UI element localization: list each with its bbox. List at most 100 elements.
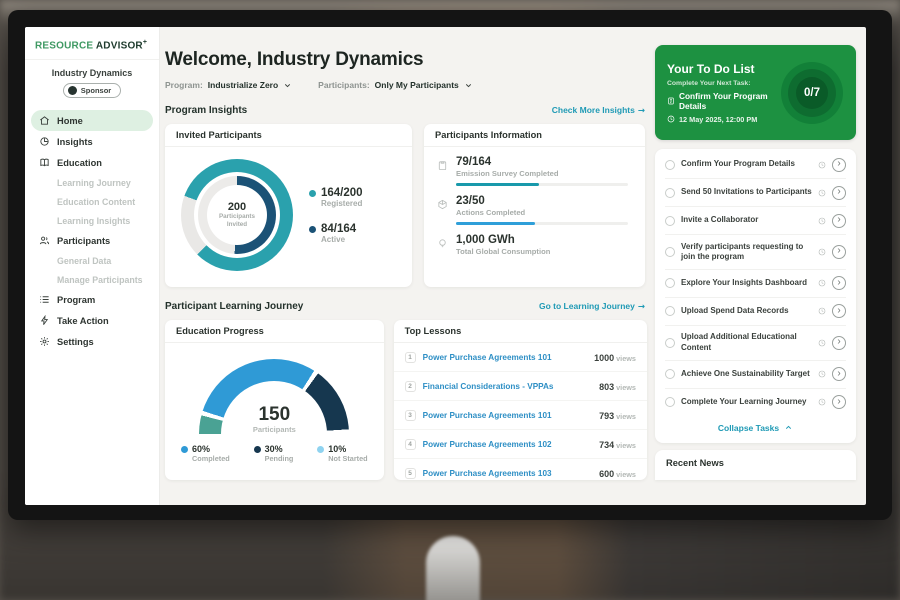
- participants-information-card: Participants Information 79/164 Emission…: [424, 124, 645, 287]
- task-open-button[interactable]: ›: [832, 304, 846, 318]
- task-open-button[interactable]: ›: [832, 336, 846, 350]
- legend-completed: 60% Completed: [181, 444, 230, 463]
- task-row[interactable]: Verify participants requesting to join t…: [665, 235, 846, 270]
- sidebar-item-education[interactable]: Education: [31, 152, 153, 173]
- sidebar-item-settings[interactable]: Settings: [31, 331, 153, 352]
- sidebar-item-participants[interactable]: Participants: [31, 230, 153, 251]
- lesson-row[interactable]: 5 Power Purchase Agreements 103 600views: [394, 459, 647, 487]
- lesson-row[interactable]: 3 Power Purchase Agreements 101 793views: [394, 401, 647, 430]
- task-row[interactable]: Invite a Collaborator ›: [665, 207, 846, 235]
- task-checkbox[interactable]: [665, 278, 675, 288]
- task-checkbox[interactable]: [665, 369, 675, 379]
- lesson-link[interactable]: Power Purchase Agreements 102: [423, 440, 592, 449]
- task-checkbox[interactable]: [665, 188, 675, 198]
- todo-progress-badge: 0/7: [796, 77, 828, 109]
- participants-icon: [39, 235, 50, 246]
- task-open-button[interactable]: ›: [832, 367, 846, 381]
- lesson-link[interactable]: Power Purchase Agreements 101: [423, 411, 592, 420]
- task-row[interactable]: Confirm Your Program Details ›: [665, 151, 846, 179]
- organization-name: Industry Dynamics: [25, 68, 159, 78]
- task-open-button[interactable]: ›: [832, 276, 846, 290]
- invited-participants-card-title: Invited Participants: [165, 124, 412, 147]
- task-row[interactable]: Upload Spend Data Records ›: [665, 298, 846, 326]
- chevron-down-icon: [464, 81, 473, 90]
- legend-dot: [181, 446, 188, 453]
- dashboard-screen: RESOURCE ADVISOR+ Industry Dynamics Spon…: [25, 27, 866, 505]
- legend-dot: [309, 190, 316, 197]
- task-row[interactable]: Upload Additional Educational Content ›: [665, 326, 846, 361]
- gauge-center-label: Participants: [199, 425, 349, 434]
- sidebar-item-general-data[interactable]: General Data: [31, 251, 153, 270]
- legend-dot: [254, 446, 261, 453]
- task-open-button[interactable]: ›: [832, 395, 846, 409]
- logo-text-resource: RESOURCE: [35, 40, 93, 51]
- sidebar-item-manage-participants[interactable]: Manage Participants: [31, 270, 153, 289]
- program-filter-dropdown[interactable]: Program: Industrialize Zero: [165, 80, 292, 90]
- task-row[interactable]: Achieve One Sustainability Target ›: [665, 361, 846, 389]
- clock-icon: [818, 279, 826, 287]
- todo-due-date: 12 May 2025, 12:00 PM: [667, 115, 786, 124]
- actions-completed-progressbar: [456, 222, 628, 225]
- lesson-link[interactable]: Financial Considerations - VPPAs: [423, 382, 592, 391]
- lesson-row[interactable]: 4 Power Purchase Agreements 102 734views: [394, 430, 647, 459]
- sidebar-item-insights[interactable]: Insights: [31, 131, 153, 152]
- document-icon: [667, 97, 675, 105]
- task-open-button[interactable]: ›: [832, 158, 846, 172]
- sidebar-item-learning-journey[interactable]: Learning Journey: [31, 173, 153, 192]
- lesson-link[interactable]: Power Purchase Agreements 103: [423, 469, 592, 478]
- sidebar-item-home[interactable]: Home: [31, 110, 153, 131]
- emission-survey-progressbar: [456, 183, 628, 186]
- main-content: Welcome, Industry Dynamics Program: Indu…: [165, 27, 647, 505]
- legend-active: 84/164 Active: [309, 223, 363, 244]
- sponsor-badge-icon: [68, 86, 77, 95]
- lesson-link[interactable]: Power Purchase Agreements 101: [423, 353, 587, 362]
- task-checkbox[interactable]: [665, 306, 675, 316]
- clock-icon: [818, 307, 826, 315]
- invited-participants-card: Invited Participants 200 Participants In…: [165, 124, 412, 287]
- task-open-button[interactable]: ›: [832, 214, 846, 228]
- collapse-tasks-link[interactable]: Collapse Tasks: [665, 416, 846, 441]
- task-open-button[interactable]: ›: [832, 245, 846, 259]
- sidebar-item-program[interactable]: Program: [31, 289, 153, 310]
- list-icon: [39, 294, 50, 305]
- sidebar-nav: Home Insights Education Learning Journey…: [25, 108, 159, 354]
- lesson-row[interactable]: 2 Financial Considerations - VPPAs 803vi…: [394, 372, 647, 401]
- take-action-icon: [39, 315, 50, 326]
- participants-information-card-title: Participants Information: [424, 124, 645, 147]
- participants-filter-dropdown[interactable]: Participants: Only My Participants: [318, 80, 473, 90]
- recent-news-card: Recent News: [655, 450, 856, 480]
- task-checkbox[interactable]: [665, 247, 675, 257]
- consumption-icon: [437, 238, 448, 249]
- go-to-learning-journey-link[interactable]: Go to Learning Journey→: [539, 301, 645, 312]
- legend-dot: [309, 226, 316, 233]
- sidebar-item-education-content[interactable]: Education Content: [31, 192, 153, 211]
- invited-participants-donut-chart: 200 Participants Invited: [181, 159, 293, 271]
- gauge-center-value: 150: [199, 405, 349, 424]
- logo-plus: +: [143, 39, 147, 46]
- task-checkbox[interactable]: [665, 216, 675, 226]
- monitor-bezel: RESOURCE ADVISOR+ Industry Dynamics Spon…: [8, 10, 892, 520]
- clock-icon: [818, 370, 826, 378]
- education-progress-card-title: Education Progress: [165, 320, 384, 343]
- task-row[interactable]: Explore Your Insights Dashboard ›: [665, 270, 846, 298]
- stat-actions-completed: 23/50 Actions Completed: [424, 186, 645, 225]
- clock-icon: [667, 115, 675, 123]
- todo-panel: Your To Do List Complete Your Next Task:…: [655, 45, 856, 480]
- task-open-button[interactable]: ›: [832, 186, 846, 200]
- task-checkbox[interactable]: [665, 160, 675, 170]
- sidebar-item-learning-insights[interactable]: Learning Insights: [31, 211, 153, 230]
- todo-task-list: Confirm Your Program Details › Send 50 I…: [655, 149, 856, 443]
- survey-icon: [437, 160, 448, 171]
- program-insights-title: Program Insights: [165, 105, 247, 116]
- sidebar-item-take-action[interactable]: Take Action: [31, 310, 153, 331]
- clock-icon: [818, 161, 826, 169]
- check-more-insights-link[interactable]: Check More Insights→: [552, 105, 645, 116]
- task-row[interactable]: Send 50 Invitations to Participants ›: [665, 179, 846, 207]
- task-row[interactable]: Complete Your Learning Journey ›: [665, 389, 846, 416]
- monitor-stand: [426, 536, 480, 600]
- home-icon: [39, 115, 50, 126]
- stat-emission-survey: 79/164 Emission Survey Completed: [424, 147, 645, 186]
- task-checkbox[interactable]: [665, 397, 675, 407]
- lesson-row[interactable]: 1 Power Purchase Agreements 101 1000view…: [394, 343, 647, 372]
- task-checkbox[interactable]: [665, 338, 675, 348]
